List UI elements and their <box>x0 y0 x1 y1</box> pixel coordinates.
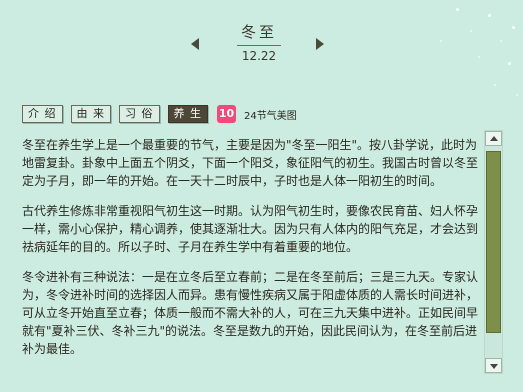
scroll-up-button[interactable] <box>485 131 502 146</box>
article-content: 冬至在养生学上是一个最重要的节气，主要是因为"冬至一阳生"。按八卦学说，此时为地… <box>22 136 478 376</box>
paragraph: 冬令进补有三种说法：一是在立冬后至立春前；二是在冬至前后；三是三九天。专家认为，… <box>22 270 478 356</box>
content-scrollbar[interactable] <box>484 130 503 374</box>
term-date: 12.22 <box>241 49 277 63</box>
chevron-up-icon <box>490 136 498 141</box>
chevron-down-icon <box>490 364 498 369</box>
scroll-thumb[interactable] <box>486 151 501 333</box>
paragraph: 冬至在养生学上是一个最重要的节气，主要是因为"冬至一阳生"。按八卦学说，此时为地… <box>22 138 478 188</box>
ten-badge-icon[interactable]: 10 <box>217 105 236 123</box>
tab-introduction[interactable]: 介 绍 <box>22 105 63 123</box>
gallery-link[interactable]: 24节气美图 <box>244 107 297 122</box>
scroll-down-button[interactable] <box>485 358 502 373</box>
date-navigator: 冬至 12.22 <box>180 18 340 74</box>
term-heading: 冬至 12.22 <box>236 22 282 64</box>
tab-health[interactable]: 养 生 <box>167 105 208 123</box>
paragraph: 古代养生修炼非常重视阳气初生这一时期。认为阳气初生时，要像农民育苗、妇人怀孕一样… <box>22 204 478 254</box>
previous-term-arrow-icon[interactable] <box>191 38 199 50</box>
term-title: 冬至 <box>240 23 277 41</box>
tab-bar: 介 绍 由 来 习 俗 养 生 10 24节气美图 <box>22 104 297 124</box>
tab-origin[interactable]: 由 来 <box>70 105 111 123</box>
next-term-arrow-icon[interactable] <box>316 38 324 50</box>
tab-customs[interactable]: 习 俗 <box>119 105 160 123</box>
heading-divider <box>237 45 281 46</box>
